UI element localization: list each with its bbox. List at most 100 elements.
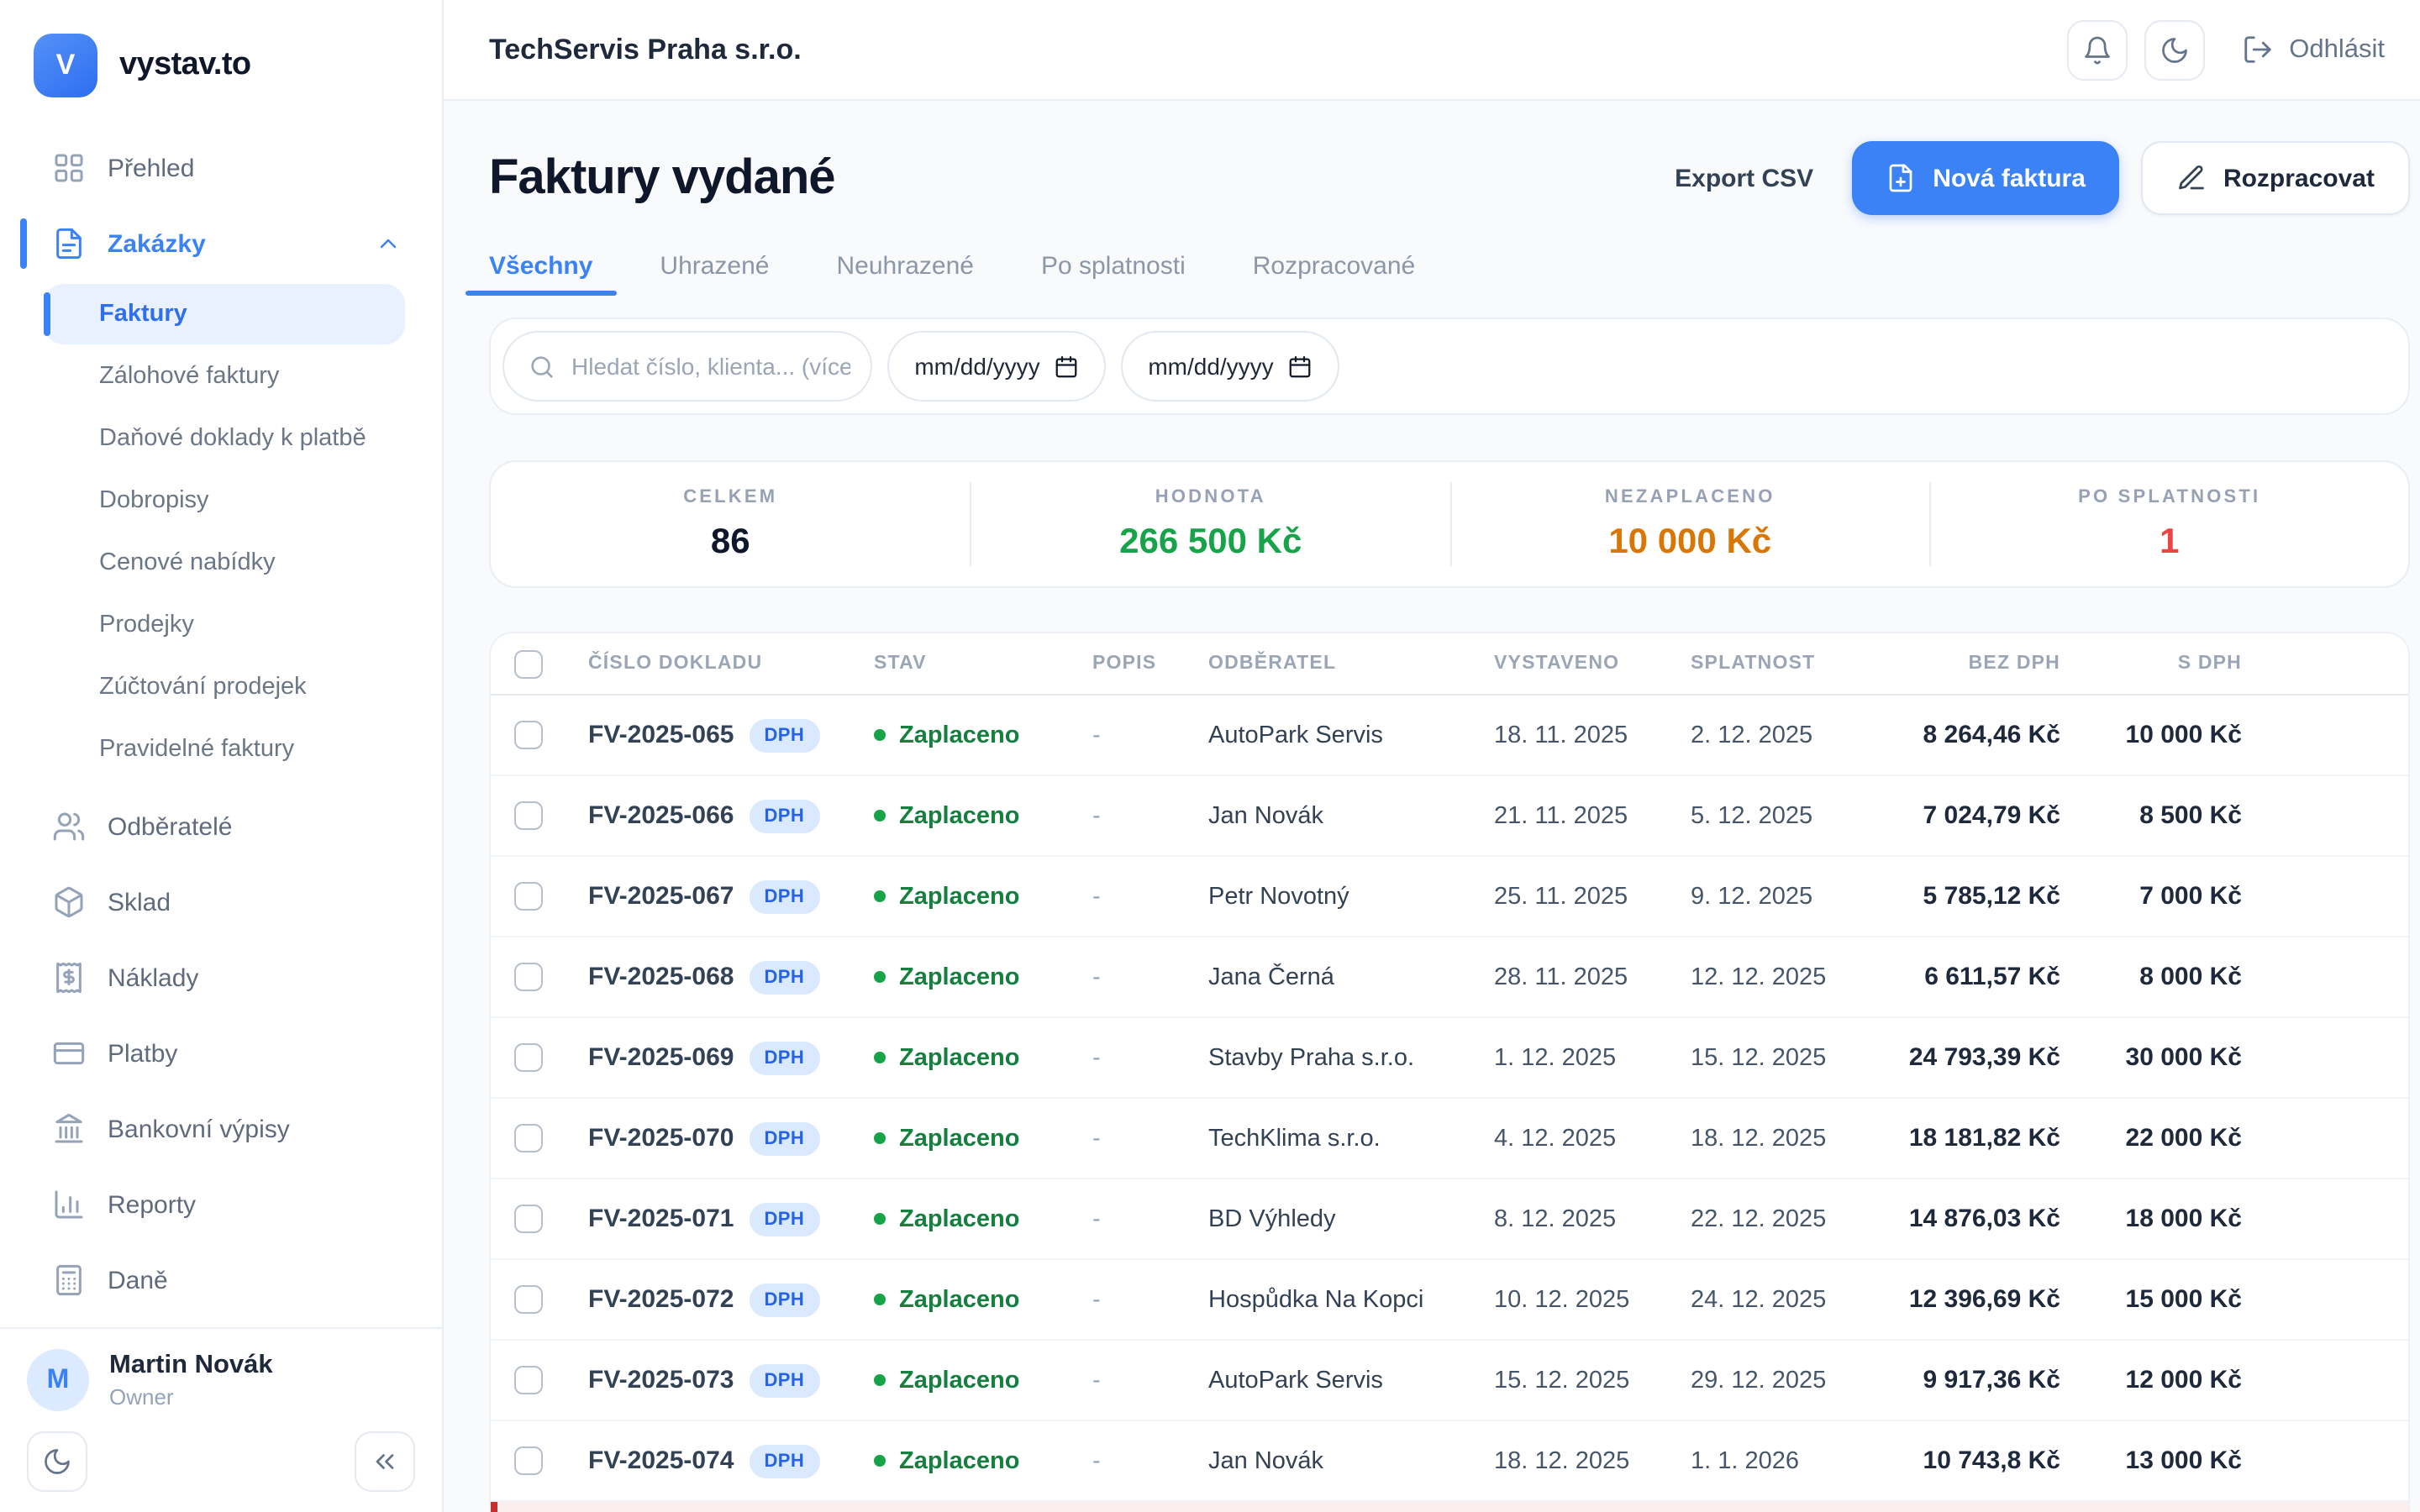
column-header: STAV [874, 654, 927, 674]
new-invoice-button[interactable]: Nová faktura [1852, 141, 2119, 215]
sidebar-item-icon [52, 1263, 86, 1297]
notifications-button[interactable] [2067, 19, 2128, 80]
sidebar-submenu-item[interactable]: Prodejky [44, 595, 405, 655]
row-checkbox[interactable] [514, 1446, 543, 1475]
calendar-icon [1287, 354, 1313, 379]
sidebar-submenu-item[interactable]: Pravidelné faktury [44, 719, 405, 780]
description-cell: - [1092, 883, 1101, 910]
net-amount-cell: 12 396,69 Kč [1908, 1285, 2060, 1314]
row-checkbox[interactable] [514, 721, 543, 749]
customer-cell: Jana Černá [1208, 963, 1334, 990]
stat-label: HODNOTA [1155, 486, 1266, 507]
chevron-up-icon [375, 230, 402, 257]
company-name: TechServis Praha s.r.o. [489, 33, 802, 65]
row-checkbox[interactable] [514, 1366, 543, 1394]
sidebar-item-label: Bankovní výpisy [108, 1115, 290, 1143]
sidebar-item-icon [52, 1188, 86, 1221]
stat-item: PO SPLATNOSTI 1 [1928, 482, 2409, 566]
issued-date-cell: 10. 12. 2025 [1494, 1286, 1630, 1313]
table-row[interactable]: FV-2025-067 DPH Zaplaceno - Petr Novotný… [491, 857, 2408, 937]
tab[interactable]: Po splatnosti [1041, 251, 1186, 280]
sidebar-submenu-item[interactable]: Daňové doklady k platbě [44, 408, 405, 469]
row-checkbox[interactable] [514, 882, 543, 911]
net-amount-cell: 8 264,46 Kč [1923, 721, 2060, 749]
sidebar-item-label: Náklady [108, 963, 199, 992]
export-csv-button[interactable]: Export CSV [1675, 164, 1813, 192]
main-column: TechServis Praha s.r.o. Odhlásit Faktury… [444, 0, 2420, 1512]
row-checkbox[interactable] [514, 1205, 543, 1233]
sidebar-submenu-item[interactable]: Dobropisy [44, 470, 405, 531]
sidebar-submenu-item[interactable]: Cenové nabídky [44, 533, 405, 593]
invoice-number: FV-2025-073 [588, 1366, 734, 1394]
tab[interactable]: Rozpracované [1253, 251, 1415, 280]
sidebar-item[interactable]: Daně [20, 1245, 422, 1315]
table-row[interactable]: FV-2025-066 DPH Zaplaceno - Jan Novák 21… [491, 776, 2408, 857]
customer-cell: Jan Novák [1208, 802, 1324, 829]
sidebar-item[interactable]: Reporty [20, 1169, 422, 1240]
row-checkbox[interactable] [514, 1285, 543, 1314]
description-cell: - [1092, 1447, 1101, 1474]
row-checkbox[interactable] [514, 1043, 543, 1072]
bell-icon [2082, 34, 2112, 65]
net-amount-cell: 14 876,03 Kč [1908, 1205, 2060, 1233]
sidebar-submenu-item[interactable]: Faktury [44, 284, 405, 344]
sidebar-item[interactable]: Bankovní výpisy [20, 1094, 422, 1164]
sidebar-item[interactable]: Náklady [20, 942, 422, 1013]
brand: V vystav.to [0, 0, 442, 121]
sidebar-item-label: Daně [108, 1266, 168, 1294]
due-date-cell: 5. 12. 2025 [1691, 802, 1813, 829]
dph-badge: DPH [749, 1444, 820, 1478]
table-row[interactable]: FV-2025-073 DPH Zaplaceno - AutoPark Ser… [491, 1341, 2408, 1421]
table-row[interactable]: FV-2025-074 DPH Zaplaceno - Jan Novák 18… [491, 1421, 2408, 1502]
table-row[interactable]: FV-2025-071 DPH Zaplaceno - BD Výhledy 8… [491, 1179, 2408, 1260]
sidebar-item[interactable]: Odběratelé [20, 791, 422, 862]
row-checkbox[interactable] [514, 963, 543, 991]
user-name: Martin Novák [109, 1351, 273, 1379]
overdue-row-partial[interactable] [491, 1502, 2408, 1512]
document-icon [52, 227, 86, 260]
invoice-number: FV-2025-068 [588, 963, 734, 991]
search-field[interactable] [502, 331, 872, 402]
search-input[interactable] [571, 353, 850, 380]
issued-date-cell: 15. 12. 2025 [1494, 1367, 1630, 1394]
sidebar-collapse-button[interactable] [355, 1431, 415, 1492]
theme-toggle-button-header[interactable] [2144, 19, 2206, 80]
tab[interactable]: Všechny [466, 251, 616, 295]
sidebar-submenu-item[interactable]: Zúčtování prodejek [44, 657, 405, 717]
stat-item: NEZAPLACENO 10 000 Kč [1449, 482, 1929, 566]
date-from-input[interactable]: mm/dd/yyyy [887, 331, 1106, 402]
date-to-input[interactable]: mm/dd/yyyy [1121, 331, 1339, 402]
sidebar-item[interactable]: Platby [20, 1018, 422, 1089]
sidebar-item[interactable]: Sklad [20, 867, 422, 937]
row-checkbox[interactable] [514, 1124, 543, 1152]
column-header: VYSTAVENO [1494, 654, 1620, 674]
tab[interactable]: Neuhrazené [837, 251, 974, 280]
sidebar-submenu-label: Dobropisy [99, 487, 209, 514]
user-profile[interactable]: M Martin Novák Owner [27, 1349, 415, 1411]
tab[interactable]: Uhrazené [660, 251, 769, 280]
sidebar-item-zakazky[interactable]: Zakázky [20, 208, 422, 279]
row-checkbox[interactable] [514, 801, 543, 830]
sidebar-submenu-item[interactable]: Zálohové faktury [44, 346, 405, 407]
table-row[interactable]: FV-2025-068 DPH Zaplaceno - Jana Černá 2… [491, 937, 2408, 1018]
theme-toggle-button[interactable] [27, 1431, 87, 1492]
stat-item: HODNOTA 266 500 Kč [970, 482, 1450, 566]
issued-date-cell: 25. 11. 2025 [1494, 883, 1628, 910]
logout-button[interactable]: Odhlásit [2242, 34, 2385, 66]
status-label: Zaplaceno [899, 1125, 1020, 1152]
draft-button[interactable]: Rozpracovat [2140, 141, 2410, 215]
stat-value: 86 [710, 522, 750, 560]
select-all-checkbox[interactable] [514, 649, 543, 678]
table-row[interactable]: FV-2025-069 DPH Zaplaceno - Stavby Praha… [491, 1018, 2408, 1099]
chevrons-left-icon [370, 1446, 400, 1477]
sidebar-item-prehled[interactable]: Přehled [20, 133, 422, 203]
status-label: Zaplaceno [899, 1044, 1020, 1071]
due-date-cell: 24. 12. 2025 [1691, 1286, 1827, 1313]
sidebar-item-icon [52, 1037, 86, 1070]
gross-amount-cell: 18 000 Kč [2125, 1205, 2242, 1233]
status-label: Zaplaceno [899, 1367, 1020, 1394]
table-row[interactable]: FV-2025-065 DPH Zaplaceno - AutoPark Ser… [491, 696, 2408, 776]
table-row[interactable]: FV-2025-070 DPH Zaplaceno - TechKlima s.… [491, 1099, 2408, 1179]
table-row[interactable]: FV-2025-072 DPH Zaplaceno - Hospůdka Na … [491, 1260, 2408, 1341]
stat-label: PO SPLATNOSTI [2078, 486, 2261, 507]
